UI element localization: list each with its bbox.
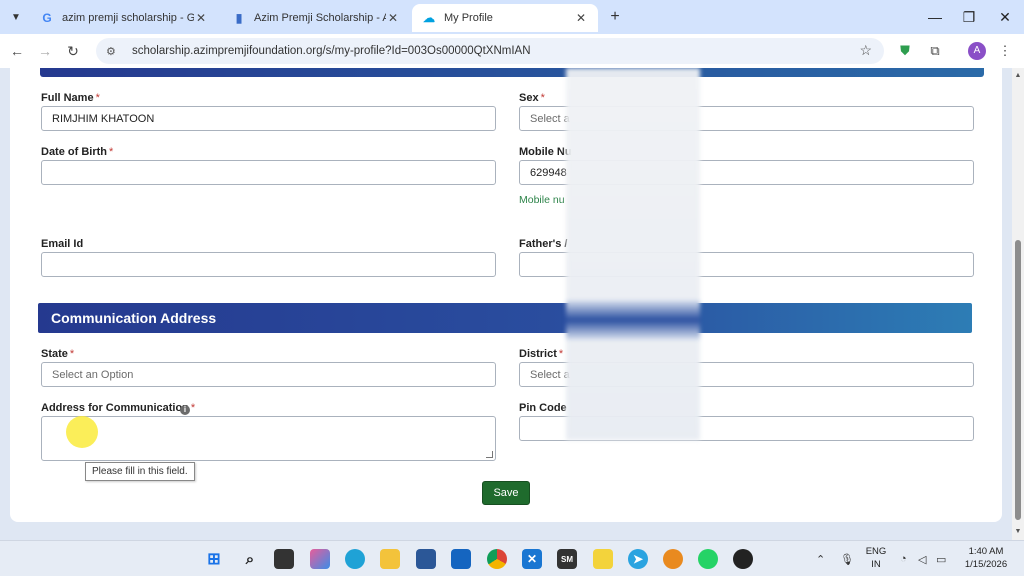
windows-taskbar: ⊞ ⌕ ✕ SM ➤ ⌃ 🎙 ENG IN ◔ ◁ ▭ 1:40 AM 1/15/2…: [0, 540, 1024, 576]
app-x-icon[interactable]: ✕: [522, 549, 542, 569]
section-header-strip: [40, 68, 984, 77]
sex-label: Sex *: [519, 92, 545, 104]
save-button[interactable]: Save: [482, 481, 530, 505]
extensions-puzzle-icon[interactable]: ⧉: [926, 42, 944, 60]
shield-extension-icon[interactable]: ⛊: [896, 42, 914, 60]
volume-icon[interactable]: ◁: [918, 553, 926, 566]
google-icon: G: [42, 11, 52, 25]
profile-card: Full Name * RIMJHIM KHATOON Sex * Select a…: [10, 68, 1002, 522]
app-book-icon[interactable]: [593, 549, 613, 569]
address-bar[interactable]: ⚙ scholarship.azimpremjifoundation.org/s…: [96, 38, 884, 64]
back-arrow-icon[interactable]: ←: [8, 42, 26, 60]
address-communication-label: Address for Communication *: [41, 402, 196, 414]
tab-search-chevron-icon[interactable]: ▼: [6, 7, 26, 27]
mobile-hint: Mobile nu: [519, 194, 565, 206]
scroll-up-icon[interactable]: ▲: [1014, 72, 1022, 80]
email-input[interactable]: [41, 252, 496, 277]
file-explorer-icon[interactable]: [380, 549, 400, 569]
browser-tab-bar: ▼ G azim premji scholarship - Goog ✕ ▮ A…: [0, 0, 1024, 34]
store-icon[interactable]: [416, 549, 436, 569]
dob-input[interactable]: [41, 160, 496, 185]
outlook-icon[interactable]: [451, 549, 471, 569]
app-smr-icon[interactable]: SM: [557, 549, 577, 569]
language-indicator[interactable]: ENG IN: [862, 545, 890, 571]
pin-code-label: Pin Code: [519, 402, 567, 414]
profile-avatar[interactable]: A: [968, 42, 986, 60]
telegram-icon[interactable]: ➤: [628, 549, 648, 569]
minimize-icon[interactable]: —: [918, 6, 952, 28]
site-info-icon[interactable]: ⚙: [106, 45, 122, 58]
tab-title: azim premji scholarship - Goog: [62, 12, 194, 24]
full-name-label: Full Name *: [41, 92, 100, 104]
tab-azim-premji[interactable]: ▮ Azim Premji Scholarship - Azim ✕: [222, 4, 410, 32]
email-label: Email Id: [41, 238, 84, 250]
site-favicon-icon: ▮: [235, 11, 243, 25]
whatsapp-icon[interactable]: [698, 549, 718, 569]
close-icon[interactable]: ✕: [386, 11, 400, 25]
app-camera-icon[interactable]: [733, 549, 753, 569]
resize-handle-icon[interactable]: [486, 451, 493, 458]
restore-icon[interactable]: ❐: [952, 6, 986, 28]
battery-icon[interactable]: ▭: [936, 553, 946, 566]
browser-menu-icon[interactable]: ⋮: [996, 42, 1014, 60]
chrome-icon[interactable]: [487, 549, 507, 569]
windows-start-icon[interactable]: ⊞: [204, 549, 224, 569]
district-label: District *: [519, 348, 564, 360]
wifi-icon[interactable]: ◔: [900, 553, 907, 565]
tray-chevron-up-icon[interactable]: ⌃: [816, 553, 825, 566]
salesforce-cloud-icon: ☁: [423, 11, 435, 25]
search-icon[interactable]: ⌕: [240, 549, 260, 569]
new-tab-plus-icon[interactable]: +: [606, 8, 624, 26]
edge-icon[interactable]: [345, 549, 365, 569]
scrollbar-thumb[interactable]: [1015, 240, 1021, 520]
validation-tooltip: Please fill in this field.: [85, 462, 195, 481]
close-icon[interactable]: ✕: [194, 11, 208, 25]
url-text: scholarship.azimpremjifoundation.org/s/m…: [132, 45, 531, 57]
state-label: State *: [41, 348, 75, 360]
mouse-cursor-highlight: [66, 416, 98, 448]
bookmark-star-icon[interactable]: ☆: [859, 42, 872, 59]
microphone-icon[interactable]: 🎙: [840, 553, 854, 566]
browser-toolbar: ← → ↻ ⚙ scholarship.azimpremjifoundation…: [0, 34, 1024, 68]
page-viewport: Full Name * RIMJHIM KHATOON Sex * Select a…: [0, 68, 1024, 540]
reload-icon[interactable]: ↻: [64, 42, 82, 60]
full-name-input[interactable]: RIMJHIM KHATOON: [41, 106, 496, 131]
tab-google-search[interactable]: G azim premji scholarship - Goog ✕: [30, 4, 218, 32]
copilot-icon[interactable]: [310, 549, 330, 569]
father-name-label: Father's /: [519, 238, 568, 250]
address-communication-textarea[interactable]: [41, 416, 496, 461]
privacy-blur-overlay: [566, 68, 700, 440]
page-scrollbar[interactable]: ▲ ▼: [1012, 68, 1024, 540]
state-select[interactable]: Select an Option: [41, 362, 496, 387]
forward-arrow-icon[interactable]: →: [36, 42, 54, 60]
tab-title: My Profile: [444, 12, 493, 24]
scroll-down-icon[interactable]: ▼: [1014, 528, 1022, 536]
close-icon[interactable]: ✕: [574, 11, 588, 25]
tab-title: Azim Premji Scholarship - Azim: [254, 12, 386, 24]
tab-my-profile[interactable]: ☁ My Profile ✕: [412, 4, 598, 32]
app-sun-icon[interactable]: [663, 549, 683, 569]
communication-address-header: Communication Address: [38, 303, 972, 333]
window-close-icon[interactable]: ✕: [988, 6, 1022, 28]
mobile-label: Mobile Nu: [519, 146, 572, 158]
blur-header-band: [566, 300, 700, 340]
taskbar-clock[interactable]: 1:40 AM 1/15/2026: [955, 545, 1017, 571]
task-view-icon[interactable]: [274, 549, 294, 569]
dob-label: Date of Birth *: [41, 146, 114, 158]
info-icon[interactable]: i: [180, 405, 190, 415]
